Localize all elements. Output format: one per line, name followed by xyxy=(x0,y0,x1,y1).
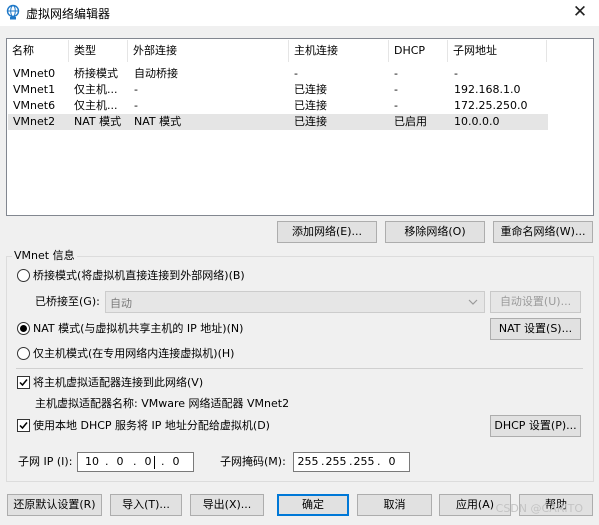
column-header-subnet[interactable]: 子网地址 xyxy=(448,40,547,62)
rename-network-button[interactable]: 重命名网络(W)... xyxy=(493,221,593,243)
bridged-mode-label[interactable]: 桥接模式(将虚拟机直接连接到外部网络)(B) xyxy=(33,268,245,284)
adapter-name-text: 主机虚拟适配器名称: VMware 网络适配器 VMnet2 xyxy=(35,397,290,410)
table-row-selected[interactable]: VMnet2 NAT 模式 NAT 模式 已连接 已启用 10.0.0.0 xyxy=(8,114,548,130)
cell-type: 仅主机... xyxy=(74,99,118,112)
nat-settings-button[interactable]: NAT 设置(S)... xyxy=(490,318,581,340)
cell-name: VMnet6 xyxy=(13,99,56,112)
ip-octet: 10 xyxy=(85,455,99,468)
cell-type: 桥接模式 xyxy=(74,67,118,80)
mask-octet: 255 xyxy=(353,455,375,468)
ip-octet: 0 xyxy=(144,455,152,468)
cell-external: 自动桥接 xyxy=(134,67,178,80)
nat-mode-radio[interactable] xyxy=(17,322,30,335)
cell-type: 仅主机... xyxy=(74,83,118,96)
checkmark-icon xyxy=(19,422,28,430)
dhcp-label[interactable]: 使用本地 DHCP 服务将 IP 地址分配给虚拟机(D) xyxy=(33,418,270,434)
cell-subnet: 10.0.0.0 xyxy=(454,115,500,128)
table-row[interactable]: VMnet6 仅主机... - 已连接 - 172.25.250.0 xyxy=(8,98,548,114)
vmnet-info-label: VMnet 信息 xyxy=(12,249,77,263)
table-row[interactable]: VMnet0 桥接模式 自动桥接 - - - xyxy=(8,66,548,82)
close-icon[interactable]: ✕ xyxy=(569,2,591,22)
cell-dhcp: 已启用 xyxy=(394,115,427,128)
cell-dhcp: - xyxy=(394,67,398,80)
subnet-mask-label: 子网掩码(M): xyxy=(220,455,286,468)
ip-octet: 0 xyxy=(116,455,124,468)
column-header-dhcp[interactable]: DHCP xyxy=(389,40,448,62)
window-title: 虚拟网络编辑器 xyxy=(26,7,111,21)
connect-adapter-checkbox[interactable] xyxy=(17,376,30,389)
column-header-type[interactable]: 类型 xyxy=(69,40,128,62)
mask-dot: . xyxy=(321,455,325,468)
restore-defaults-button[interactable]: 还原默认设置(R) xyxy=(7,494,102,516)
connect-adapter-label[interactable]: 将主机虚拟适配器连接到此网络(V) xyxy=(33,375,203,391)
add-network-button[interactable]: 添加网络(E)... xyxy=(277,221,377,243)
subnet-ip-field[interactable]: 10 . 0 . 0 . 0 xyxy=(77,452,194,472)
ip-dot: . xyxy=(133,455,137,468)
ip-dot: . xyxy=(105,455,109,468)
cell-name: VMnet2 xyxy=(13,115,56,128)
cell-host: 已连接 xyxy=(294,83,327,96)
cell-external: - xyxy=(134,99,138,112)
cell-subnet: - xyxy=(454,67,458,80)
cell-external: NAT 模式 xyxy=(134,115,182,128)
auto-settings-button[interactable]: 自动设置(U)... xyxy=(490,291,581,313)
subnet-ip-label: 子网 IP (I): xyxy=(18,455,73,468)
nat-mode-label[interactable]: NAT 模式(与虚拟机共享主机的 IP 地址)(N) xyxy=(33,321,243,337)
cell-name: VMnet1 xyxy=(13,83,56,96)
mask-dot: . xyxy=(349,455,353,468)
bridged-to-value: 自动 xyxy=(110,297,132,310)
remove-network-button[interactable]: 移除网络(O) xyxy=(385,221,485,243)
separator xyxy=(16,368,583,369)
checkmark-icon xyxy=(19,379,28,387)
bridged-to-dropdown[interactable]: 自动 xyxy=(105,291,485,313)
column-header-host[interactable]: 主机连接 xyxy=(289,40,389,62)
network-list[interactable]: 名称 类型 外部连接 主机连接 DHCP 子网地址 VMnet0 桥接模式 自动… xyxy=(6,38,594,216)
ok-button[interactable]: 确定 xyxy=(277,494,349,516)
mask-octet: 0 xyxy=(388,455,396,468)
cell-type: NAT 模式 xyxy=(74,115,122,128)
cell-dhcp: - xyxy=(394,83,398,96)
text-caret xyxy=(154,456,155,469)
host-only-radio[interactable] xyxy=(17,347,30,360)
mask-octet: 255 xyxy=(325,455,347,468)
export-button[interactable]: 导出(X)... xyxy=(190,494,264,516)
network-globe-icon xyxy=(6,4,20,20)
column-header-name[interactable]: 名称 xyxy=(7,40,69,62)
cancel-button[interactable]: 取消 xyxy=(357,494,432,516)
cell-external: - xyxy=(134,83,138,96)
column-header-external[interactable]: 外部连接 xyxy=(128,40,289,62)
vmnet-info-group xyxy=(6,256,594,482)
cell-host: 已连接 xyxy=(294,99,327,112)
cell-subnet: 172.25.250.0 xyxy=(454,99,528,112)
mask-dot: . xyxy=(377,455,381,468)
chevron-down-icon xyxy=(468,299,478,305)
ip-dot: . xyxy=(161,455,165,468)
cell-dhcp: - xyxy=(394,99,398,112)
cell-host: 已连接 xyxy=(294,115,327,128)
import-button[interactable]: 导入(T)... xyxy=(110,494,182,516)
ip-octet: 0 xyxy=(172,455,180,468)
dhcp-settings-button[interactable]: DHCP 设置(P)... xyxy=(490,415,581,437)
cell-subnet: 192.168.1.0 xyxy=(454,83,521,96)
table-row[interactable]: VMnet1 仅主机... - 已连接 - 192.168.1.0 xyxy=(8,82,548,98)
dhcp-checkbox[interactable] xyxy=(17,419,30,432)
title-bar: 虚拟网络编辑器 ✕ xyxy=(0,0,599,26)
radio-selected-dot xyxy=(20,325,27,332)
cell-name: VMnet0 xyxy=(13,67,56,80)
bridged-to-label: 已桥接至(G): xyxy=(35,295,100,308)
cell-host: - xyxy=(294,67,298,80)
watermark: CSDN @CARITO xyxy=(495,502,583,515)
host-only-label[interactable]: 仅主机模式(在专用网络内连接虚拟机)(H) xyxy=(33,346,234,362)
mask-octet: 255 xyxy=(297,455,319,468)
subnet-mask-field[interactable]: 255 . 255 . 255 . 0 xyxy=(293,452,410,472)
bridged-mode-radio[interactable] xyxy=(17,269,30,282)
